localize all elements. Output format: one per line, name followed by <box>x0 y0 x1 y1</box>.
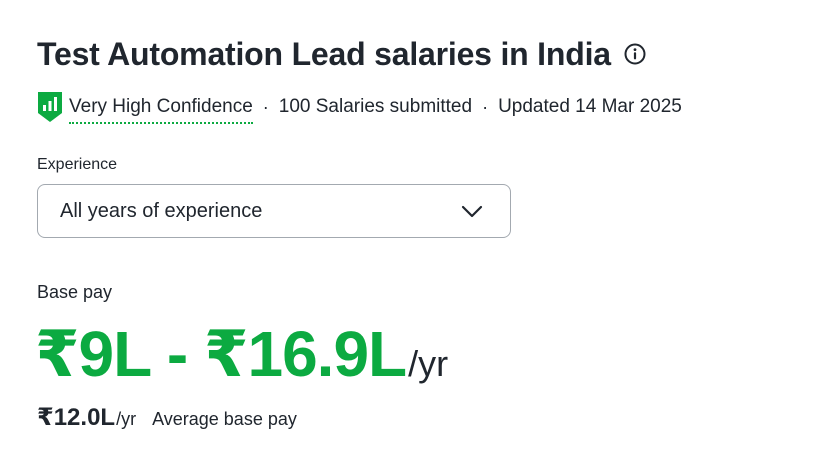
separator-dot: · <box>262 96 269 117</box>
page-header: Test Automation Lead salaries in India <box>37 34 647 74</box>
base-pay-label: Base pay <box>37 282 113 302</box>
pay-range-value: ₹9L - ₹16.9L <box>35 318 407 390</box>
confidence-label[interactable]: Very High Confidence <box>69 96 253 124</box>
experience-label: Experience <box>37 156 118 173</box>
salary-meta-row: Very High Confidence · 100 Salaries subm… <box>37 90 682 124</box>
average-pay-unit: /yr <box>116 409 137 429</box>
confidence-badge-icon <box>37 91 63 123</box>
info-icon[interactable] <box>623 42 647 66</box>
experience-dropdown[interactable]: All years of experience <box>37 184 511 238</box>
salaries-submitted-count: 100 Salaries submitted <box>278 96 473 117</box>
updated-date: Updated 14 Mar 2025 <box>498 96 682 117</box>
chevron-down-icon <box>460 199 484 223</box>
pay-range-unit: /yr <box>408 343 449 384</box>
separator-dot: · <box>482 96 489 117</box>
average-pay: ₹12.0L /yr Average base pay <box>37 403 297 432</box>
pay-range: ₹9L - ₹16.9L /yr <box>35 318 448 390</box>
average-pay-label: Average base pay <box>152 409 297 429</box>
average-pay-value: ₹12.0L <box>37 404 116 431</box>
page-title: Test Automation Lead salaries in India <box>37 36 611 72</box>
experience-selected-value: All years of experience <box>60 199 263 222</box>
